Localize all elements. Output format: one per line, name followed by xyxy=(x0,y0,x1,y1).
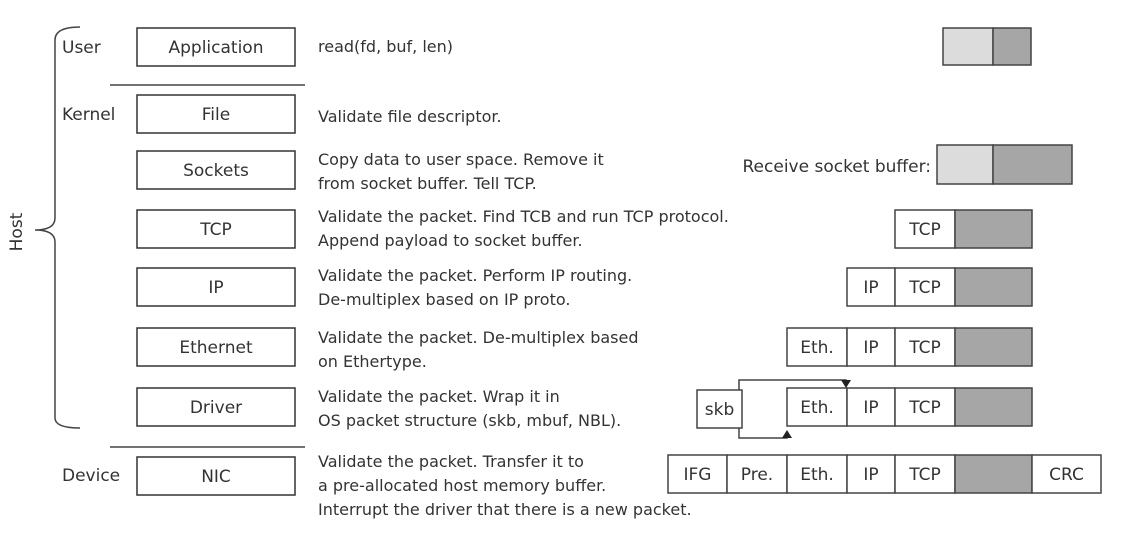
packet-field-label-ifg: IFG xyxy=(684,465,712,485)
layer-description: Validate the packet. Find TCB and run TC… xyxy=(318,207,729,226)
layer-description: Interrupt the driver that there is a new… xyxy=(318,500,692,519)
packet-field-label-tcp: TCP xyxy=(908,278,941,298)
network-receive-stack-diagram: Host User Kernel Device Application read(… xyxy=(7,26,1102,519)
layer-label-driver: Driver xyxy=(190,398,242,418)
packet-field-label-tcp: TCP xyxy=(908,398,941,418)
layer-description: Validate the packet. Wrap it in xyxy=(318,387,560,406)
layer-description: Append payload to socket buffer. xyxy=(318,231,583,250)
receive-socket-buffer-label: Receive socket buffer: xyxy=(743,157,932,177)
layer-description: a pre-allocated host memory buffer. xyxy=(318,476,606,495)
socket-buffer-payload xyxy=(992,144,1073,185)
scope-device: Device xyxy=(62,466,120,486)
packet-field-payload xyxy=(954,327,1033,367)
layer-description: Copy data to user space. Remove it xyxy=(318,150,604,169)
packet-field-label-ip: IP xyxy=(863,338,878,358)
layer-label-tcp: TCP xyxy=(199,220,232,240)
layer-label-application: Application xyxy=(169,38,264,58)
scope-user: User xyxy=(62,38,101,58)
host-bracket xyxy=(34,26,81,429)
packet-field-label-tcp: TCP xyxy=(908,220,941,240)
packet-field-payload xyxy=(954,387,1033,427)
packet-field-label-ip: IP xyxy=(863,278,878,298)
layer-description: Validate file descriptor. xyxy=(318,107,502,126)
layer-label-ethernet: Ethernet xyxy=(179,338,253,358)
skb-data-pointer xyxy=(738,428,788,439)
packet-field-payload xyxy=(954,454,1033,494)
app-buffer-consumed xyxy=(942,27,994,66)
packet-field-label-tcp: TCP xyxy=(908,338,941,358)
socket-buffer-consumed xyxy=(936,144,994,185)
layer-description: De-multiplex based on IP proto. xyxy=(318,290,570,309)
layer-description: on Ethertype. xyxy=(318,352,427,371)
layer-description: from socket buffer. Tell TCP. xyxy=(318,174,537,193)
host-label: Host xyxy=(7,212,27,251)
packet-field-payload xyxy=(954,209,1033,249)
layer-description: read(fd, buf, len) xyxy=(318,37,453,56)
packet-field-label-eth: Eth. xyxy=(800,338,834,358)
layer-label-file: File xyxy=(202,105,230,125)
packet-field-payload xyxy=(954,267,1033,307)
packet-field-label-ip: IP xyxy=(863,465,878,485)
layer-description: Validate the packet. Perform IP routing. xyxy=(318,266,632,285)
packet-field-label-ip: IP xyxy=(863,398,878,418)
layer-label-nic: NIC xyxy=(201,467,231,487)
scope-kernel: Kernel xyxy=(62,105,115,125)
packet-field-label-eth: Eth. xyxy=(800,398,834,418)
layer-label-ip: IP xyxy=(208,278,223,298)
packet-field-label-crc: CRC xyxy=(1049,465,1084,485)
packet-field-label-tcp: TCP xyxy=(908,465,941,485)
packet-field-label-pre: Pre. xyxy=(741,465,773,485)
arrow-down-icon xyxy=(841,380,851,388)
skb-label: skb xyxy=(705,400,735,420)
layer-label-sockets: Sockets xyxy=(183,161,249,181)
layer-description: OS packet structure (skb, mbuf, NBL). xyxy=(318,411,621,430)
arrow-up-icon xyxy=(782,430,792,438)
layer-description: Validate the packet. Transfer it to xyxy=(318,452,584,471)
layer-description: Validate the packet. De-multiplex based xyxy=(318,328,639,347)
app-buffer-payload xyxy=(992,27,1032,66)
packet-field-label-eth: Eth. xyxy=(800,465,834,485)
